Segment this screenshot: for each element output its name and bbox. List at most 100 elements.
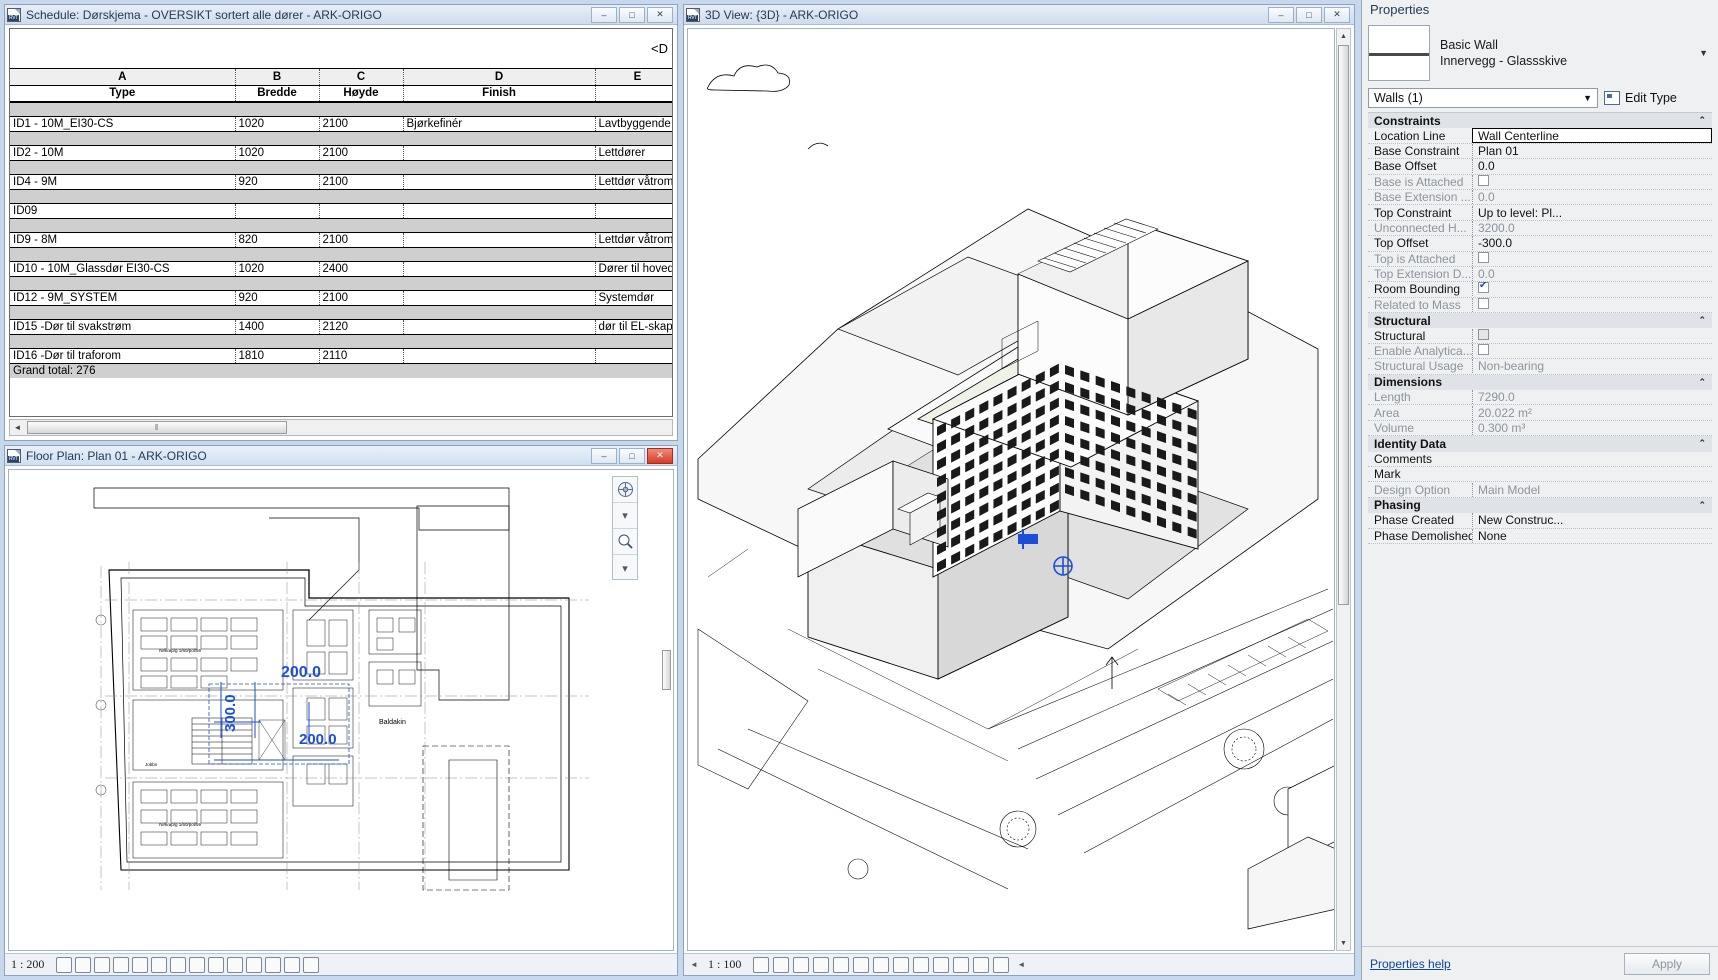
floorplan-titlebar[interactable]: Floor Plan: Plan 01 - ARK-ORIGO – □ ✕ [5,446,677,466]
col-letter-e[interactable]: E [595,69,672,86]
property-row[interactable]: Top Constraint Up to level: Pl... [1368,205,1712,221]
cell-finish[interactable] [403,232,596,247]
cell-type[interactable]: ID1 - 10M_EI30-CS [10,116,236,131]
property-row[interactable]: Comments [1368,452,1712,467]
constraints-icon[interactable] [993,956,1010,973]
collapse-chevron-icon[interactable]: ⌃ [1698,377,1712,388]
property-value[interactable]: -300.0 [1472,236,1712,251]
cell-bredde[interactable]: 1020 [235,145,320,160]
floorplan-maximize-button[interactable]: □ [619,447,645,464]
cell-bredde[interactable]: 920 [235,174,320,189]
cell-type[interactable]: ID10 - 10M_Glassdør EI30-CS [10,261,236,276]
cell-e[interactable]: Lavtbyggende te [595,116,672,131]
property-row[interactable]: Length 7290.0 [1368,390,1712,406]
view3d-drawing-canvas[interactable] [687,28,1335,951]
checkbox-icon[interactable] [1478,344,1489,356]
property-row[interactable]: Base Constraint Plan 01 [1368,143,1712,160]
schedule-close-button[interactable]: ✕ [647,6,673,23]
cell-bredde[interactable] [235,203,320,218]
rendering-dialog-icon[interactable] [132,956,149,973]
chevron-down-icon[interactable]: ▼ [1699,48,1708,58]
property-row[interactable]: Top Extension D... 0.0 [1368,267,1712,283]
cell-type[interactable]: ID2 - 10M [10,145,236,160]
collapse-chevron-icon[interactable]: ⌃ [1698,500,1712,511]
property-value[interactable]: New Construc... [1472,513,1712,528]
main-model-icon[interactable] [303,956,320,973]
property-value[interactable] [1472,344,1712,359]
property-value[interactable]: Plan 01 [1472,143,1712,158]
checkbox-icon[interactable] [1478,251,1489,263]
property-row[interactable]: Base Offset 0.0 [1368,159,1712,175]
cell-finish[interactable] [403,145,596,160]
property-row[interactable]: Top is Attached [1368,251,1712,267]
cell-bredde[interactable]: 1400 [235,319,320,334]
floorplan-drawing-canvas[interactable]: 200.0 300.0 200.0 Baldakin rw/k/øp/g 1/6… [8,469,674,951]
cell-finish[interactable] [403,203,596,218]
property-value[interactable]: 0.0 [1472,190,1712,205]
view-control-overflow-arrow[interactable]: ◄ [1017,960,1025,969]
checkbox-icon[interactable] [1478,282,1489,294]
floorplan-scroll-thumb[interactable] [662,650,671,690]
col-letter-d[interactable]: D [403,69,596,86]
view3d-close-button[interactable]: ✕ [1324,6,1350,23]
cell-finish[interactable] [403,319,596,334]
table-row[interactable]: ID12 - 9M_SYSTEM 920 2100 Systemdør [10,290,672,305]
table-row[interactable]: ID15 -Dør til svakstrøm 1400 2120 dør til E… [10,319,672,334]
cell-bredde[interactable]: 1810 [235,348,320,363]
property-group-identity-data[interactable]: Identity Data ⌃ [1368,436,1712,452]
rendering-dialog-icon[interactable] [833,956,850,973]
temporary-view-properties-icon[interactable] [246,956,263,973]
property-row[interactable]: Room Bounding [1368,282,1712,298]
cell-finish[interactable] [403,174,596,189]
header-bredde[interactable]: Bredde [235,85,320,103]
lock-view-icon[interactable] [189,956,206,973]
cell-finish[interactable] [403,261,596,276]
cell-e[interactable]: Lettdør våtrom [595,174,672,189]
cell-finish[interactable]: Bjørkefinér [403,116,596,131]
temporary-hide-isolate-icon[interactable] [208,956,225,973]
cell-hoyde[interactable]: 2100 [319,116,404,131]
cell-finish[interactable] [403,348,596,363]
property-value[interactable]: Non-bearing [1472,359,1712,374]
scroll-left-arrow-icon[interactable]: ◄ [690,960,704,969]
property-row[interactable]: Top Offset -300.0 [1368,236,1712,252]
cell-type[interactable]: ID09 [10,203,236,218]
reveal-hidden-elements-icon[interactable] [227,956,244,973]
view3d-titlebar[interactable]: 3D View: {3D} - ARK-ORIGO – □ ✕ [684,5,1354,25]
model-graphics-style-icon[interactable] [753,956,770,973]
cell-bredde[interactable]: 1020 [235,116,320,131]
property-value[interactable]: 0.300 m³ [1472,421,1712,435]
design-options-icon[interactable] [284,956,301,973]
view3d-minimize-button[interactable]: – [1268,6,1294,23]
cell-bredde[interactable]: 1020 [235,261,320,276]
analytical-model-icon[interactable] [973,956,990,973]
checkbox-icon[interactable] [1478,174,1489,186]
crop-view-icon[interactable] [853,956,870,973]
property-value[interactable] [1472,328,1712,343]
floorplan-scale-label[interactable]: 1 : 200 [11,957,44,972]
floorplan-minimize-button[interactable]: – [591,447,617,464]
shadows-off-icon[interactable] [813,956,830,973]
property-row[interactable]: Location Line Wall Centerline [1368,127,1712,144]
reveal-hidden-elements-icon[interactable] [933,956,950,973]
shadows-off-icon[interactable] [113,956,130,973]
collapse-chevron-icon[interactable]: ⌃ [1698,438,1712,449]
collapse-chevron-icon[interactable]: ⌃ [1698,315,1712,326]
property-group-constraints[interactable]: Constraints ⌃ [1368,113,1712,129]
element-category-combobox[interactable]: Walls (1) ▼ [1368,88,1598,108]
property-value[interactable] [1472,251,1712,266]
view3d-scroll-thumb[interactable] [1338,45,1349,605]
schedule-maximize-button[interactable]: □ [619,6,645,23]
visual-style-shaded-icon[interactable] [773,956,790,973]
checkbox-icon[interactable] [1478,297,1489,309]
edit-type-button[interactable]: Edit Type [1604,88,1712,108]
property-row[interactable]: Design Option Main Model [1368,482,1712,498]
header-e[interactable] [595,85,672,103]
checkbox-icon[interactable] [1478,328,1489,340]
header-finish[interactable]: Finish [403,85,596,103]
cell-type[interactable]: ID16 -Dør til traforom [10,348,236,363]
cell-e[interactable]: Systemdør [595,290,672,305]
cell-e[interactable] [595,348,672,363]
property-row[interactable]: Related to Mass [1368,297,1712,314]
type-selector[interactable]: Basic Wall Innervegg - Glassskive ▼ [1368,22,1712,84]
